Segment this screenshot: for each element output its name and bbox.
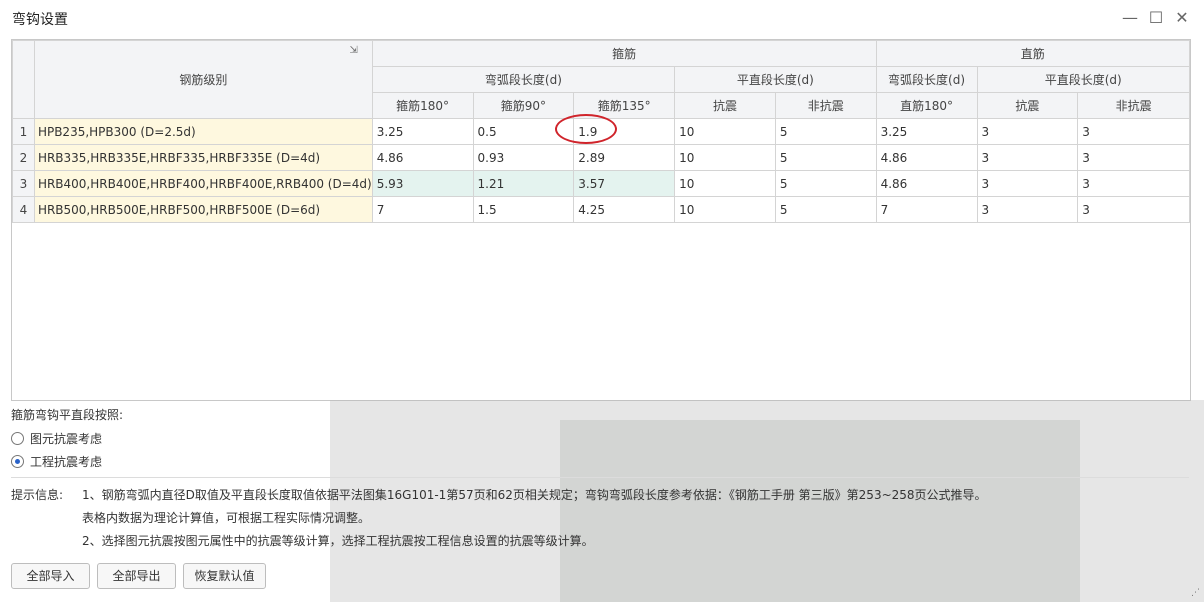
value-cell[interactable]: 5 [774, 144, 877, 171]
flat-section-label: 箍筋弯钩平直段按照: [11, 408, 124, 422]
value-cell[interactable]: 10 [674, 170, 776, 197]
radio-selected-icon[interactable] [11, 455, 24, 468]
straight-flat-header: 平直段长度(d) [976, 66, 1190, 93]
window-title: 弯钩设置 [12, 12, 68, 28]
hook-table: 钢筋级别 ⇲ 箍筋 直筋 弯弧段长度(d) 平直段长度(d) 弯弧段长度(d) … [12, 40, 1190, 223]
row-number: 2 [12, 144, 35, 171]
stirrup-arc-header: 弯弧段长度(d) [371, 66, 676, 93]
row-number: 3 [12, 170, 35, 197]
grade-cell[interactable]: HPB235,HPB300 (D=2.5d) [33, 118, 373, 145]
row-number: 4 [12, 196, 35, 223]
radio-icon[interactable] [11, 432, 24, 445]
value-cell[interactable]: 4.86 [875, 170, 978, 197]
value-cell[interactable]: 3 [1077, 170, 1190, 197]
value-cell[interactable]: 1.9 [573, 118, 676, 145]
col-header: 非抗震 [1077, 92, 1190, 119]
radio-project-seismic[interactable]: 工程抗震考虑 [11, 453, 102, 470]
col-header: 直筋180° [875, 92, 978, 119]
value-cell[interactable]: 1.5 [472, 196, 575, 223]
value-cell[interactable]: 10 [674, 144, 776, 171]
divider [11, 477, 1189, 478]
radio-element-seismic[interactable]: 图元抗震考虑 [11, 430, 102, 447]
value-cell[interactable]: 3 [1077, 144, 1190, 171]
row-number: 1 [12, 118, 35, 145]
value-cell[interactable]: 10 [674, 118, 776, 145]
col-header: 箍筋180° [371, 92, 474, 119]
import-all-button[interactable]: 全部导入 [11, 563, 90, 589]
grade-cell[interactable]: HRB400,HRB400E,HRBF400,HRBF400E,RRB400 (… [33, 170, 373, 197]
col-header: 非抗震 [774, 92, 877, 119]
value-cell[interactable]: 1.21 [472, 170, 575, 197]
table-row: 1 HPB235,HPB300 (D=2.5d) 3.25 0.5 1.9 10… [12, 118, 1190, 145]
straight-group-header: 直筋 [875, 40, 1190, 67]
value-cell[interactable]: 3 [976, 196, 1079, 223]
resize-grip-icon[interactable]: ⋰ [1191, 588, 1200, 598]
table-row: 2 HRB335,HRB335E,HRBF335,HRBF335E (D=4d)… [12, 144, 1190, 171]
col-header: 抗震 [976, 92, 1079, 119]
value-cell[interactable]: 3.25 [371, 118, 474, 145]
value-cell[interactable]: 2.89 [573, 144, 676, 171]
value-cell[interactable]: 0.93 [472, 144, 575, 171]
stirrup-flat-header: 平直段长度(d) [674, 66, 877, 93]
value-cell[interactable]: 3 [976, 118, 1079, 145]
background-overlay [560, 420, 1080, 602]
table-row: 3 HRB400,HRB400E,HRBF400,HRBF400E,RRB400… [12, 170, 1190, 197]
corner-header [12, 40, 35, 119]
value-cell[interactable]: 3 [1077, 196, 1190, 223]
restore-default-button[interactable]: 恢复默认值 [183, 563, 266, 589]
value-cell[interactable]: 3.25 [875, 118, 978, 145]
value-cell[interactable]: 4.25 [573, 196, 676, 223]
maximize-button[interactable]: ☐ [1146, 8, 1166, 28]
stirrup-group-header: 箍筋 [371, 40, 877, 67]
grade-cell[interactable]: HRB500,HRB500E,HRBF500,HRBF500E (D=6d) [33, 196, 373, 223]
value-cell[interactable]: 4.86 [371, 144, 474, 171]
tip-line-2: 表格内数据为理论计算值，可根据工程实际情况调整。 [82, 511, 371, 525]
export-all-button[interactable]: 全部导出 [97, 563, 176, 589]
grade-cell[interactable]: HRB335,HRB335E,HRBF335,HRBF335E (D=4d) [33, 144, 373, 171]
table-row: 4 HRB500,HRB500E,HRBF500,HRBF500E (D=6d)… [12, 196, 1190, 223]
grade-header-label: 钢筋级别 [179, 73, 228, 87]
value-cell[interactable]: 4.86 [875, 144, 978, 171]
tip-line-1: 1、钢筋弯弧内直径D取值及平直段长度取值依据平法图集16G101-1第57页和6… [82, 488, 987, 502]
radio-label: 图元抗震考虑 [30, 432, 103, 446]
tips-label: 提示信息: [11, 488, 64, 502]
tip-line-3: 2、选择图元抗震按图元属性中的抗震等级计算，选择工程抗震按工程信息设置的抗震等级… [82, 534, 594, 548]
col-header: 箍筋135° [573, 92, 676, 119]
value-cell[interactable]: 5 [774, 196, 877, 223]
value-cell[interactable]: 3 [976, 144, 1079, 171]
value-cell[interactable]: 3 [976, 170, 1079, 197]
grade-header: 钢筋级别 ⇲ [33, 40, 373, 119]
value-cell[interactable]: 10 [674, 196, 776, 223]
title-bar: 弯钩设置 — ☐ ✕ [0, 0, 1204, 36]
straight-arc-header: 弯弧段长度(d) [875, 66, 978, 93]
value-cell[interactable]: 7 [371, 196, 474, 223]
value-cell[interactable]: 3 [1077, 118, 1190, 145]
value-cell[interactable]: 5 [774, 170, 877, 197]
column-resize-icon[interactable]: ⇲ [349, 45, 357, 56]
hook-settings-grid: 钢筋级别 ⇲ 箍筋 直筋 弯弧段长度(d) 平直段长度(d) 弯弧段长度(d) … [11, 39, 1191, 401]
value-cell[interactable]: 0.5 [472, 118, 575, 145]
col-header: 箍筋90° [472, 92, 575, 119]
minimize-button[interactable]: — [1120, 8, 1140, 28]
value-cell[interactable]: 3.57 [573, 170, 676, 197]
value-cell[interactable]: 7 [875, 196, 978, 223]
value-cell[interactable]: 5.93 [371, 170, 474, 197]
radio-label: 工程抗震考虑 [30, 455, 103, 469]
value-cell[interactable]: 5 [774, 118, 877, 145]
col-header: 抗震 [674, 92, 776, 119]
close-button[interactable]: ✕ [1172, 8, 1192, 28]
